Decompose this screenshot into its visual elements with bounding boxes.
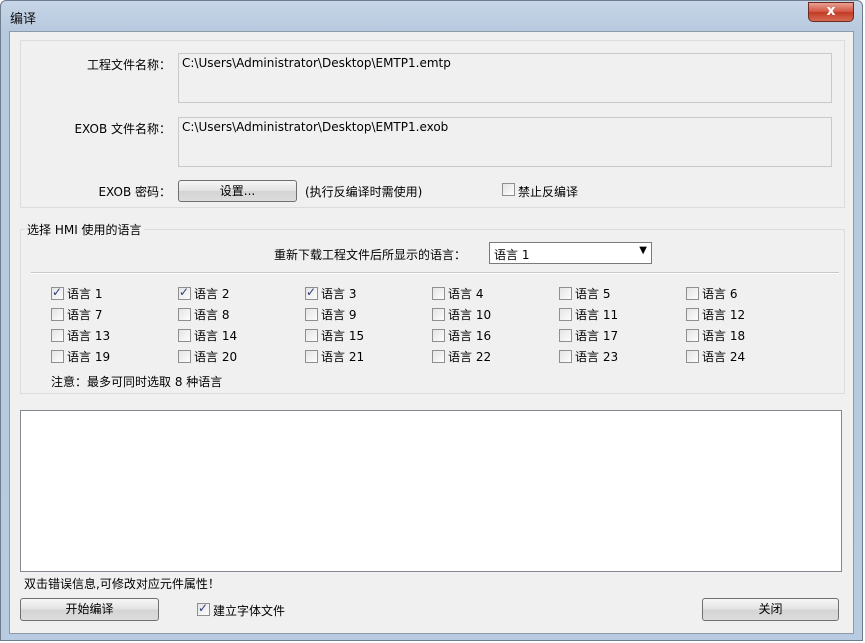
language-group: 选择 HMI 使用的语言 重新下载工程文件后所显示的语言： 语言 1 ▼ 语言 … [20, 221, 845, 394]
exob-file-path[interactable]: C:\Users\Administrator\Desktop\EMTP1.exo… [178, 117, 832, 167]
close-button[interactable]: 关闭 [702, 598, 839, 621]
language-option-label: 语言 7 [67, 308, 103, 322]
language-checkbox[interactable] [559, 308, 572, 321]
language-option-label: 语言 13 [67, 329, 111, 343]
compile-output-list[interactable] [20, 410, 842, 572]
language-option-label: 语言 2 [194, 287, 230, 301]
language-checkbox[interactable] [686, 329, 699, 342]
language-option-label: 语言 9 [321, 308, 357, 322]
language-option-label: 语言 24 [702, 350, 746, 364]
language-option-label: 语言 16 [448, 329, 492, 343]
language-checkbox[interactable] [305, 350, 318, 363]
language-checkbox[interactable] [559, 350, 572, 363]
language-option-label: 语言 3 [321, 287, 357, 301]
language-checkbox[interactable] [686, 287, 699, 300]
language-checkbox[interactable] [305, 308, 318, 321]
language-checkbox[interactable] [51, 308, 64, 321]
window-close-button[interactable]: x [808, 2, 854, 22]
window-title: 编译 [10, 12, 37, 27]
exob-file-label: EXOB 文件名称： [74, 122, 171, 136]
project-file-label: 工程文件名称： [86, 58, 171, 72]
language-checkbox[interactable] [559, 329, 572, 342]
divider [31, 272, 839, 274]
language-checkbox[interactable] [178, 285, 191, 300]
build-font-file-label: 建立字体文件 [213, 604, 286, 618]
language-option-label: 语言 10 [448, 308, 492, 322]
language-checkbox[interactable] [178, 329, 191, 342]
language-option-label: 语言 17 [575, 329, 619, 343]
language-checkbox[interactable] [178, 350, 191, 363]
language-option-label: 语言 18 [702, 329, 746, 343]
language-checkbox[interactable] [686, 308, 699, 321]
language-checkbox[interactable] [51, 329, 64, 342]
language-checkbox[interactable] [559, 287, 572, 300]
disable-decompile-checkbox[interactable] [502, 183, 515, 196]
language-checkbox[interactable] [432, 308, 445, 321]
display-language-label: 重新下载工程文件后所显示的语言： [274, 248, 467, 262]
build-font-file-checkbox[interactable] [197, 601, 210, 616]
language-option-label: 语言 19 [67, 350, 111, 364]
language-option-label: 语言 12 [702, 308, 746, 322]
language-checkbox[interactable] [432, 287, 445, 300]
password-settings-button[interactable]: 设置... [178, 180, 297, 202]
display-language-select[interactable]: 语言 1 ▼ [489, 242, 652, 264]
start-compile-button[interactable]: 开始编译 [20, 598, 159, 621]
chevron-down-icon: ▼ [639, 245, 647, 256]
language-checkbox[interactable] [51, 350, 64, 363]
language-option-label: 语言 4 [448, 287, 484, 301]
language-option-label: 语言 1 [67, 287, 103, 301]
language-option-label: 语言 11 [575, 308, 619, 322]
language-option-label: 语言 15 [321, 329, 365, 343]
dialog-client-area: 工程文件名称： C:\Users\Administrator\Desktop\E… [9, 31, 854, 634]
language-option-label: 语言 21 [321, 350, 365, 364]
password-note: (执行反编译时需使用) [305, 185, 423, 199]
language-checkbox[interactable] [51, 285, 64, 300]
language-limit-note: 注意：最多可同时选取 8 种语言 [51, 375, 223, 389]
title-bar[interactable]: 编译 x [1, 1, 862, 31]
language-option-label: 语言 22 [448, 350, 492, 364]
disable-decompile-label: 禁止反编译 [518, 185, 579, 199]
language-checkbox[interactable] [178, 308, 191, 321]
language-group-title: 选择 HMI 使用的语言 [25, 221, 144, 238]
language-checkbox[interactable] [432, 350, 445, 363]
error-hint-text: 双击错误信息,可修改对应元件属性！ [24, 577, 220, 591]
language-option-label: 语言 5 [575, 287, 611, 301]
language-option-label: 语言 20 [194, 350, 238, 364]
language-checkbox[interactable] [305, 329, 318, 342]
language-checkbox[interactable] [305, 285, 318, 300]
project-file-path[interactable]: C:\Users\Administrator\Desktop\EMTP1.emt… [178, 53, 832, 103]
language-option-label: 语言 6 [702, 287, 738, 301]
language-checkbox[interactable] [432, 329, 445, 342]
language-checkbox[interactable] [686, 350, 699, 363]
language-option-label: 语言 23 [575, 350, 619, 364]
language-option-label: 语言 8 [194, 308, 230, 322]
exob-password-label: EXOB 密码： [98, 185, 171, 199]
file-settings-panel: 工程文件名称： C:\Users\Administrator\Desktop\E… [20, 40, 845, 208]
language-option-label: 语言 14 [194, 329, 238, 343]
display-language-value: 语言 1 [494, 248, 530, 262]
compile-dialog: 编译 x 工程文件名称： C:\Users\Administrator\Desk… [0, 0, 863, 641]
